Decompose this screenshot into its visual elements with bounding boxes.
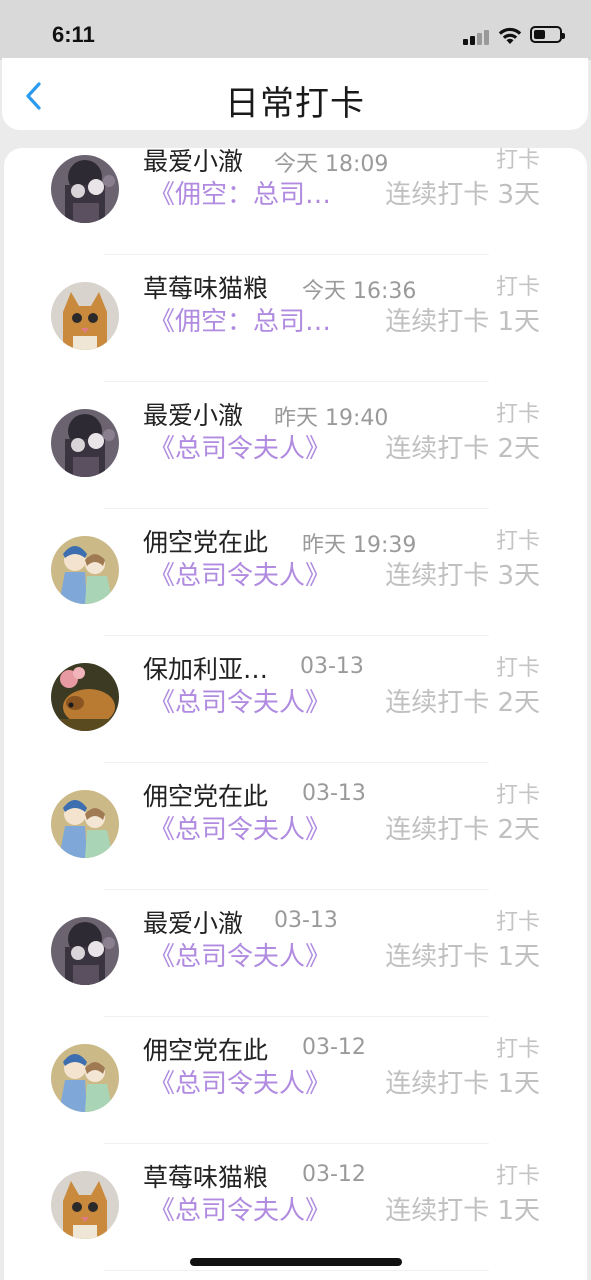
user-avatar[interactable]	[51, 663, 119, 731]
checkin-row[interactable]: 最爱小澈 今天 18:09 打卡 《佣空：总司… 连续打卡 3天	[4, 148, 587, 255]
user-name: 佣空党在此	[143, 782, 269, 811]
streak-count: 连续打卡 1天	[385, 1196, 540, 1226]
user-avatar[interactable]	[51, 155, 119, 223]
cellular-signal-icon	[463, 29, 491, 45]
streak-count: 连续打卡 2天	[385, 815, 540, 845]
checkin-label[interactable]: 打卡	[496, 523, 540, 555]
user-name: 佣空党在此	[143, 528, 269, 557]
book-title-link[interactable]: 《佣空：总司…	[149, 301, 331, 338]
user-avatar[interactable]	[51, 790, 119, 858]
user-avatar[interactable]	[51, 1044, 119, 1112]
checkin-label[interactable]: 打卡	[496, 650, 540, 682]
checkin-label[interactable]: 打卡	[496, 269, 540, 301]
wifi-icon	[498, 27, 522, 44]
streak-count: 连续打卡 1天	[385, 942, 540, 972]
book-title-link[interactable]: 《总司令夫人》	[149, 555, 331, 592]
page-title: 日常打卡	[225, 84, 365, 124]
book-title-link[interactable]: 《总司令夫人》	[149, 682, 331, 719]
book-title-link[interactable]: 《总司令夫人》	[149, 1190, 331, 1227]
streak-count: 连续打卡 2天	[385, 688, 540, 718]
home-indicator	[190, 1258, 402, 1266]
checkin-label[interactable]: 打卡	[496, 1158, 540, 1190]
checkin-time: 03-13	[300, 654, 364, 679]
checkin-time: 03-12	[302, 1035, 366, 1060]
checkin-label[interactable]: 打卡	[496, 904, 540, 936]
streak-count: 连续打卡 1天	[385, 307, 540, 337]
navigation-bar: 日常打卡	[2, 58, 588, 130]
streak-count: 连续打卡 3天	[385, 561, 540, 591]
checkin-row[interactable]: 草莓味猫粮 03-12 打卡《总司令夫人》 连续打卡 1天	[4, 1144, 587, 1271]
book-title-link[interactable]: 《总司令夫人》	[149, 1063, 331, 1100]
book-title-link[interactable]: 《总司令夫人》	[149, 809, 331, 846]
user-avatar[interactable]	[51, 917, 119, 985]
user-name: 保加利亚…	[143, 655, 269, 684]
checkin-time: 03-13	[302, 781, 366, 806]
book-title-link[interactable]: 《总司令夫人》	[149, 428, 331, 465]
checkin-row[interactable]: 草莓味猫粮 今天 16:36 打卡 《佣空：总司… 连续打卡 1天	[4, 255, 587, 382]
checkin-label[interactable]: 打卡	[496, 148, 540, 174]
checkin-time: 03-12	[302, 1162, 366, 1187]
checkin-row[interactable]: 最爱小澈 昨天 19:40 打卡 《总司令夫人》 连续打卡 2天	[4, 382, 587, 509]
status-time: 6:11	[52, 22, 95, 47]
streak-count: 连续打卡 1天	[385, 1069, 540, 1099]
status-bar: 6:11	[0, 0, 591, 60]
checkin-time: 03-13	[274, 908, 338, 933]
user-name: 草莓味猫粮	[143, 274, 269, 303]
user-avatar[interactable]	[51, 409, 119, 477]
user-name: 草莓味猫粮	[143, 1163, 269, 1192]
checkin-row[interactable]: 佣空党在此 03-13 打卡《总司令夫人》 连续打卡 2天	[4, 763, 587, 890]
checkin-list: 最爱小澈 今天 18:09 打卡 《佣空：总司… 连续打卡 3天 草莓味猫粮 今天 16:3…	[4, 148, 587, 1280]
checkin-row[interactable]: 佣空党在此 昨天 19:39 打卡 《总司令夫人》 连续打卡 3天	[4, 509, 587, 636]
checkin-label[interactable]: 打卡	[496, 1031, 540, 1063]
user-name: 最爱小澈	[143, 401, 244, 430]
streak-count: 连续打卡 3天	[385, 180, 540, 210]
user-avatar[interactable]	[51, 282, 119, 350]
user-avatar[interactable]	[51, 536, 119, 604]
user-name: 佣空党在此	[143, 1036, 269, 1065]
battery-icon	[530, 26, 565, 43]
book-title-link[interactable]: 《总司令夫人》	[149, 936, 331, 973]
checkin-row[interactable]: 佣空党在此 03-12 打卡《总司令夫人》 连续打卡 1天	[4, 1017, 587, 1144]
user-name: 最爱小澈	[143, 909, 244, 938]
checkin-row[interactable]: 保加利亚… 03-13 打卡《总司令夫人》 连续打卡 2天	[4, 636, 587, 763]
checkin-label[interactable]: 打卡	[496, 396, 540, 428]
row-divider	[104, 1270, 489, 1271]
checkin-row[interactable]: 最爱小澈 03-13 打卡《总司令夫人》 连续打卡 1天	[4, 890, 587, 1017]
book-title-link[interactable]: 《佣空：总司…	[149, 174, 331, 211]
user-avatar[interactable]	[51, 1171, 119, 1239]
checkin-label[interactable]: 打卡	[496, 777, 540, 809]
streak-count: 连续打卡 2天	[385, 434, 540, 464]
